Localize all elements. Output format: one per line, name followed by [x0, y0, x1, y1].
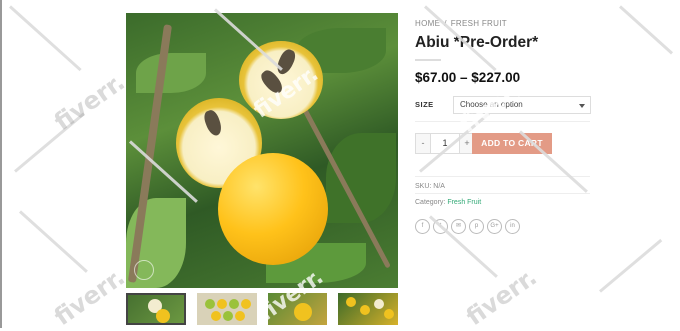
thumb-fruit [293, 303, 312, 321]
thumb-fruit [240, 299, 251, 309]
product-title: Abiu *Pre-Order* [415, 34, 539, 51]
watermark-text: fiverr. [461, 262, 542, 331]
thumb-fruit [210, 311, 221, 321]
thumbnail-3[interactable] [267, 293, 328, 325]
share-icons: f t ✉ p G+ in [415, 219, 520, 234]
size-select[interactable]: Choose an option [453, 96, 591, 114]
breadcrumb: HOME/FRESH FRUIT [415, 19, 511, 28]
thumb-fruit [222, 311, 233, 321]
page-border [0, 0, 2, 328]
watermark-line [518, 130, 588, 193]
divider [415, 121, 590, 122]
watermark-line [14, 112, 85, 173]
watermark-line [599, 238, 663, 293]
thumb-fruit [384, 309, 395, 319]
pinterest-icon[interactable]: p [469, 219, 484, 234]
thumb-fruit [216, 299, 227, 309]
thumbnail-1[interactable] [126, 293, 186, 325]
google-plus-icon[interactable]: G+ [487, 219, 502, 234]
breadcrumb-category-link[interactable]: FRESH FRUIT [451, 19, 507, 28]
sku-text: SKU: N/A [415, 183, 445, 190]
abiu-whole-fruit [218, 153, 328, 265]
thumbnail-4[interactable] [338, 293, 398, 325]
product-price: $67.00 – $227.00 [415, 70, 521, 85]
seed [274, 47, 298, 77]
email-icon[interactable]: ✉ [451, 219, 466, 234]
chevron-down-icon [579, 104, 585, 108]
thumbnail-2[interactable] [196, 293, 257, 325]
thumb-fruit [360, 305, 371, 315]
quantity-minus-button[interactable]: - [416, 134, 430, 153]
watermark-text: fiverr. [49, 262, 130, 331]
watermark-text: fiverr. [49, 67, 130, 137]
leaf [136, 53, 206, 93]
watermark-line [8, 5, 82, 72]
divider [415, 176, 590, 177]
abiu-half-fruit [239, 41, 323, 119]
title-divider [415, 59, 441, 61]
category-label: Category: [415, 199, 446, 206]
facebook-icon[interactable]: f [415, 219, 430, 234]
size-label: SIZE [415, 100, 434, 109]
category-link[interactable]: Fresh Fruit [447, 199, 481, 206]
watermark-line [18, 210, 88, 273]
breadcrumb-home-link[interactable]: HOME [415, 19, 440, 28]
linkedin-icon[interactable]: in [505, 219, 520, 234]
size-select-value: Choose an option [460, 100, 523, 109]
product-thumbnails [126, 293, 398, 325]
thumb-fruit [374, 299, 385, 309]
thumb-fruit [228, 299, 239, 309]
category-meta: Category: Fresh Fruit [415, 199, 481, 206]
thumb-fruit [156, 309, 170, 323]
watermark-line [618, 5, 674, 55]
thumb-fruit [204, 299, 215, 309]
thumb-fruit [346, 297, 357, 307]
zoom-icon[interactable] [134, 260, 154, 280]
thumb-fruit [234, 311, 245, 321]
divider [415, 193, 590, 194]
seed [201, 108, 225, 138]
